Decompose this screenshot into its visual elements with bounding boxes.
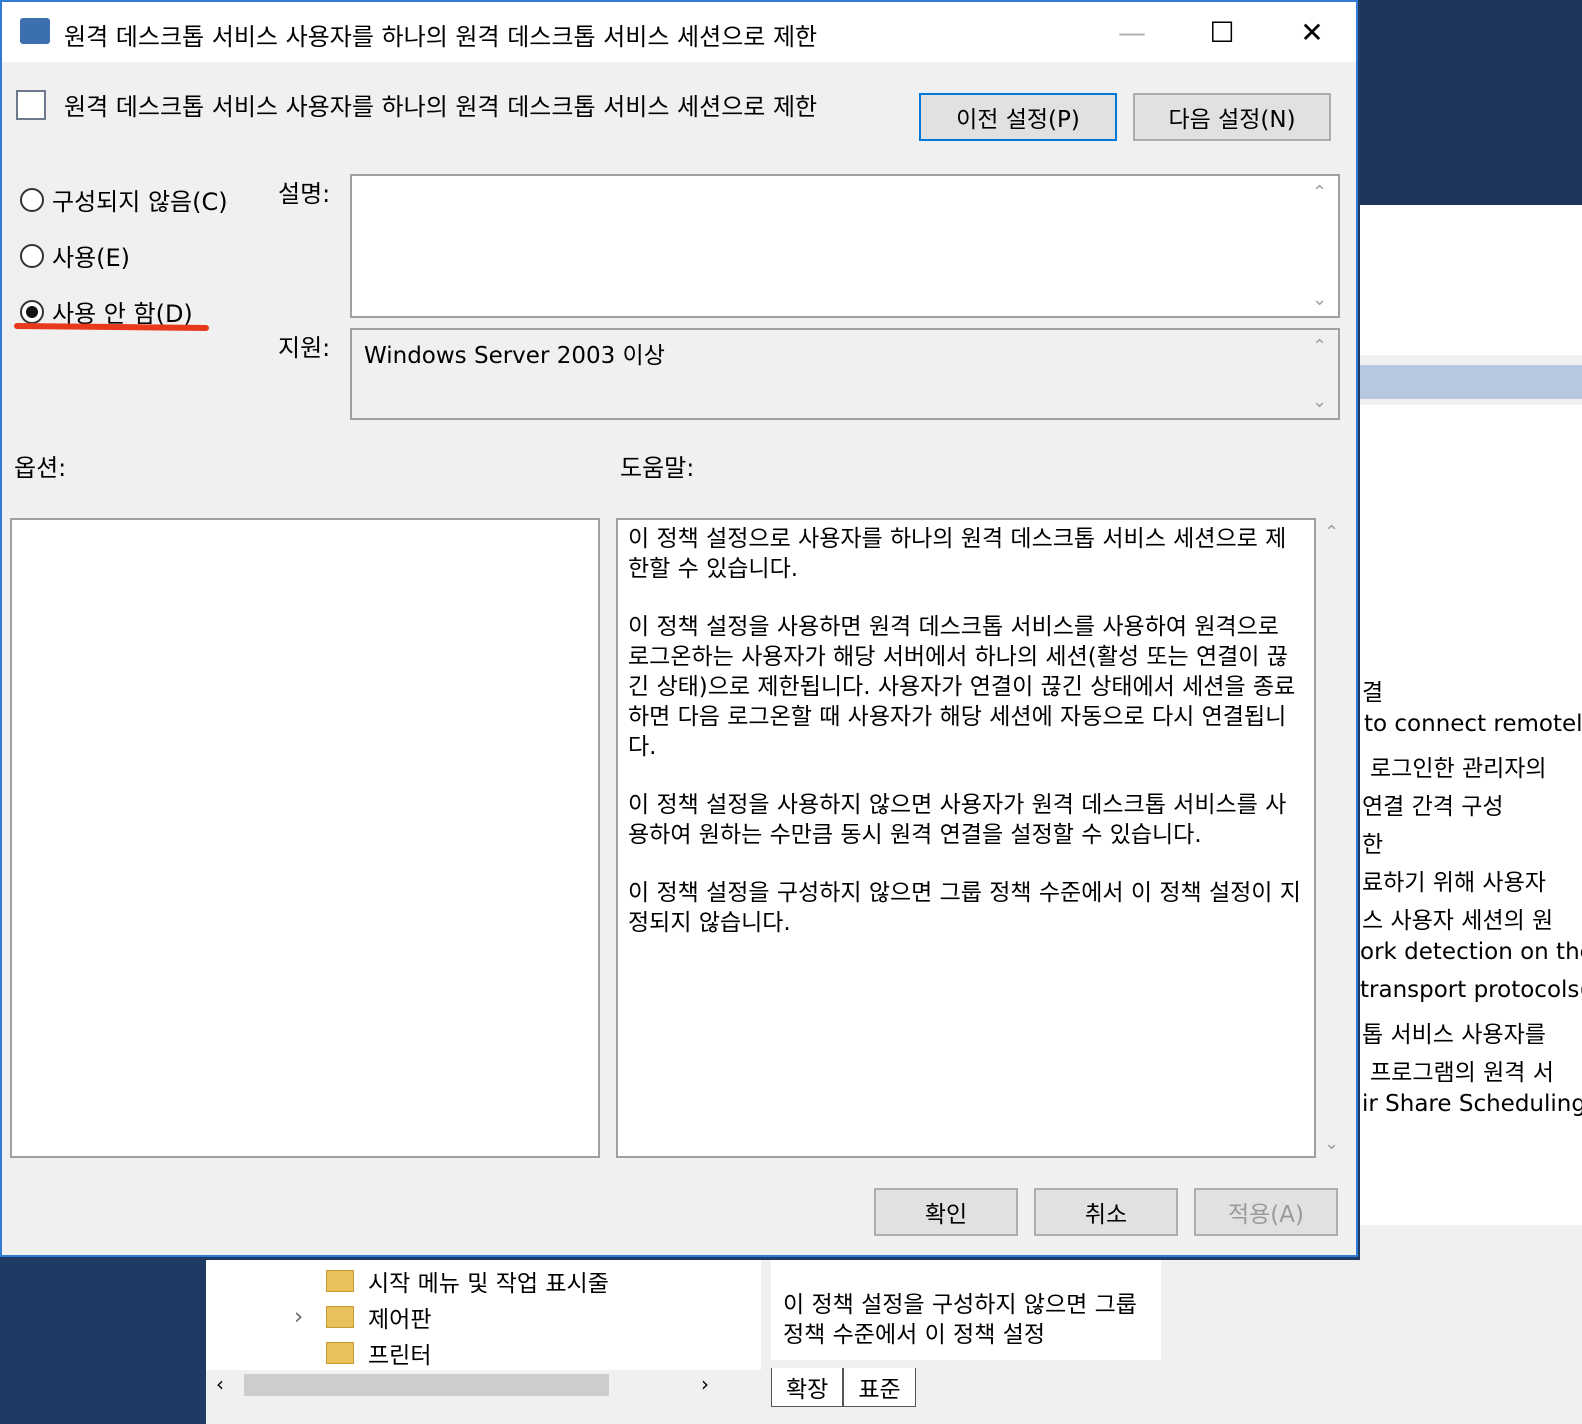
folder-icon: [326, 1306, 354, 1328]
help-label: 도움말:: [620, 454, 695, 482]
list-item[interactable]: ir Share Scheduling: [1362, 1091, 1582, 1117]
radio-not-configured[interactable]: 구성되지 않음(C): [20, 182, 228, 217]
minimize-button[interactable]: —: [1102, 10, 1162, 54]
list-item[interactable]: 결: [1362, 673, 1383, 707]
ok-button[interactable]: 확인: [874, 1188, 1018, 1236]
folder-icon: [326, 1342, 354, 1364]
next-setting-button[interactable]: 다음 설정(N): [1133, 93, 1331, 141]
desktop-background: [1360, 0, 1582, 205]
radio-button-checked[interactable]: [20, 299, 44, 324]
radio-label: 사용(E): [52, 244, 131, 272]
list-item[interactable]: 톱 서비스 사용자를: [1362, 1015, 1546, 1049]
list-item[interactable]: 료하기 위해 사용자: [1362, 863, 1546, 897]
maximize-button[interactable]: ☐: [1192, 10, 1252, 54]
list-item[interactable]: 한: [1362, 825, 1383, 859]
tree-item-printers[interactable]: 프린터: [326, 1336, 431, 1370]
radio-button[interactable]: [20, 187, 44, 212]
list-item[interactable]: 로그인한 관리자의: [1370, 749, 1547, 783]
scroll-down-icon[interactable]: ⌄: [1312, 391, 1327, 412]
policy-icon: [16, 90, 46, 120]
help-paragraph: 이 정책 설정을 구성하지 않으면 그룹 정책 수준에서 이 정책 설정이 지정…: [628, 880, 1301, 936]
tab-standard[interactable]: 표준: [843, 1368, 916, 1407]
policy-name: 원격 데스크톱 서비스 사용자를 하나의 원격 데스크톱 서비스 세션으로 제한: [64, 93, 818, 121]
list-item[interactable]: 연결 간격 구성: [1362, 787, 1504, 821]
scroll-up-icon[interactable]: ⌃: [1312, 182, 1327, 203]
list-item[interactable]: 프로그램의 원격 서: [1370, 1053, 1554, 1087]
scroll-up-icon[interactable]: ⌃: [1312, 336, 1327, 357]
supported-label: 지원:: [278, 334, 331, 362]
tree-horizontal-scrollbar[interactable]: ‹ ›: [206, 1370, 736, 1400]
folder-icon: [326, 1270, 354, 1292]
mmc-policy-list-pane: 결 to connect remotel 로그인한 관리자의 연결 간격 구성 …: [1360, 205, 1582, 1424]
tree-item-control-panel[interactable]: › 제어판: [294, 1300, 431, 1334]
policy-setting-dialog: 원격 데스크톱 서비스 사용자를 하나의 원격 데스크톱 서비스 세션으로 제한…: [0, 0, 1358, 1257]
group-policy-icon: [20, 18, 50, 44]
list-item[interactable]: ork detection on the: [1360, 939, 1582, 965]
supported-scrollbar[interactable]: ⌃ ⌄: [1304, 330, 1338, 418]
options-pane: [10, 518, 600, 1158]
help-paragraph: 이 정책 설정으로 사용자를 하나의 원격 데스크톱 서비스 세션으로 제한할 …: [628, 526, 1287, 582]
maximize-icon: ☐: [1209, 15, 1235, 49]
supported-text: Windows Server 2003 이상: [364, 343, 665, 369]
list-item[interactable]: transport protocols(: [1360, 977, 1582, 1003]
close-icon: ✕: [1300, 15, 1324, 49]
description-scrollbar[interactable]: ⌃ ⌄: [1304, 176, 1338, 316]
description-text: [352, 176, 1338, 192]
list-item[interactable]: 스 사용자 세션의 원: [1362, 901, 1553, 935]
help-paragraph: 이 정책 설정을 사용하지 않으면 사용자가 원격 데스크톱 서비스를 사용하여…: [628, 792, 1287, 848]
help-text: 이 정책 설정으로 사용자를 하나의 원격 데스크톱 서비스 세션으로 제한할 …: [618, 520, 1314, 970]
chevron-right-icon[interactable]: ›: [294, 1304, 303, 1330]
list-item[interactable]: to connect remotel: [1364, 711, 1582, 737]
title-bar[interactable]: 원격 데스크톱 서비스 사용자를 하나의 원격 데스크톱 서비스 세션으로 제한…: [2, 2, 1356, 62]
scroll-up-icon[interactable]: ⌃: [1324, 522, 1339, 543]
supported-box: Windows Server 2003 이상 ⌃ ⌄: [350, 328, 1340, 420]
radio-button[interactable]: [20, 243, 44, 268]
navigation-tree: 시작 메뉴 및 작업 표시줄 › 제어판 프린터: [206, 1260, 761, 1370]
tree-item-start-menu[interactable]: 시작 메뉴 및 작업 표시줄: [326, 1264, 609, 1298]
description-box[interactable]: ⌃ ⌄: [350, 174, 1340, 318]
apply-button[interactable]: 적용(A): [1194, 1188, 1338, 1236]
description-label: 설명:: [278, 180, 331, 208]
options-label: 옵션:: [14, 454, 67, 482]
help-scrollbar[interactable]: ⌃ ⌄: [1318, 518, 1348, 1158]
cancel-button[interactable]: 취소: [1034, 1188, 1178, 1236]
minimize-icon: —: [1118, 15, 1146, 49]
window-title: 원격 데스크톱 서비스 사용자를 하나의 원격 데스크톱 서비스 세션으로 제한: [64, 23, 818, 51]
scroll-left-icon[interactable]: ‹: [216, 1372, 224, 1396]
help-paragraph: 이 정책 설정을 사용하면 원격 데스크톱 서비스를 사용하여 원격으로 로그온…: [628, 614, 1296, 760]
tab-extended[interactable]: 확장: [771, 1368, 844, 1407]
view-tabs: 확장 표준: [771, 1368, 916, 1407]
radio-label: 구성되지 않음(C): [52, 188, 228, 216]
previous-setting-button[interactable]: 이전 설정(P): [919, 93, 1117, 141]
radio-enabled[interactable]: 사용(E): [20, 238, 130, 273]
extended-help-text: 이 정책 설정을 구성하지 않으면 그룹 정책 수준에서 이 정책 설정: [771, 1260, 1161, 1360]
scrollbar-thumb[interactable]: [244, 1374, 609, 1396]
close-button[interactable]: ✕: [1282, 10, 1342, 54]
help-pane: 이 정책 설정으로 사용자를 하나의 원격 데스크톱 서비스 세션으로 제한할 …: [616, 518, 1316, 1158]
mmc-lower-pane: 시작 메뉴 및 작업 표시줄 › 제어판 프린터 ‹ › 이 정책 설정을 구성하…: [206, 1260, 1582, 1424]
scroll-down-icon[interactable]: ⌄: [1312, 289, 1327, 310]
policy-list: 결 to connect remotel 로그인한 관리자의 연결 간격 구성 …: [1360, 405, 1582, 1225]
scroll-right-icon[interactable]: ›: [701, 1372, 709, 1396]
scroll-down-icon[interactable]: ⌄: [1324, 1133, 1339, 1154]
red-underline-annotation: [13, 322, 210, 332]
